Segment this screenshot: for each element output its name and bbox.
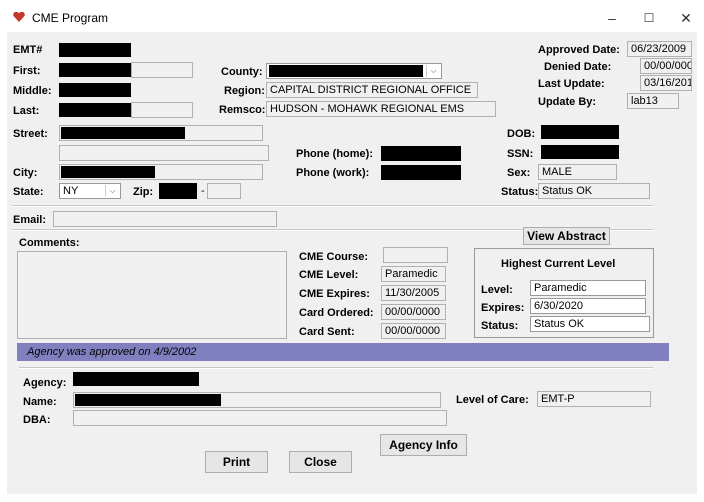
street-label: Street:: [13, 128, 48, 140]
remsco-field[interactable]: HUDSON - MOHAWK REGIONAL EMS: [266, 101, 496, 117]
divider: [13, 205, 653, 207]
sex-field[interactable]: MALE: [538, 164, 617, 180]
phone-home-redacted: [381, 146, 461, 161]
middle-name-label: Middle:: [13, 85, 52, 97]
remsco-label: Remsco:: [219, 104, 266, 116]
last-update-label: Last Update:: [538, 78, 605, 90]
agency-info-button[interactable]: Agency Info: [380, 434, 467, 456]
state-value: NY: [63, 185, 79, 197]
phone-home-label: Phone (home):: [296, 148, 373, 160]
approved-date-label: Approved Date:: [538, 44, 620, 56]
street-field[interactable]: [59, 125, 263, 141]
zip-redacted: [159, 183, 197, 199]
minimize-button[interactable]: –: [597, 8, 627, 28]
card-sent-label: Card Sent:: [299, 326, 355, 338]
street-redacted: [61, 127, 185, 139]
hcl-status-label: Status:: [481, 320, 519, 332]
last-name-label: Last:: [13, 105, 40, 117]
comments-label: Comments:: [19, 237, 80, 249]
print-button[interactable]: Print: [205, 451, 268, 473]
last-update-field[interactable]: 03/16/2018: [640, 75, 692, 91]
dba-field[interactable]: [73, 410, 447, 426]
agency-name-field[interactable]: [73, 392, 441, 408]
update-by-label: Update By:: [538, 96, 597, 108]
agency-name-label: Name:: [23, 396, 57, 408]
phone-work-redacted: [381, 165, 461, 180]
dob-label: DOB:: [507, 128, 536, 140]
agency-approved-banner: Agency was approved on 4/9/2002: [17, 343, 669, 361]
state-select[interactable]: NY ⌵: [59, 183, 121, 199]
close-window-button[interactable]: ✕: [671, 8, 701, 28]
comments-textarea[interactable]: [17, 251, 287, 339]
chevron-down-icon[interactable]: ⌵: [105, 185, 119, 197]
zip-label: Zip:: [133, 186, 154, 198]
last-name-field[interactable]: [131, 102, 193, 118]
last-name-redacted: [59, 103, 131, 117]
city-redacted: [61, 166, 155, 178]
hcl-level-label: Level:: [481, 284, 513, 296]
cme-expires-label: CME Expires:: [299, 288, 370, 300]
city-field[interactable]: [59, 164, 263, 180]
agency-name-redacted: [75, 394, 221, 406]
update-by-field[interactable]: lab13: [627, 93, 679, 109]
hcl-expires-field[interactable]: 6/30/2020: [530, 298, 646, 314]
middle-name-redacted: [59, 83, 131, 97]
sex-label: Sex:: [507, 167, 531, 179]
county-label: County:: [221, 66, 263, 78]
divider: [19, 367, 653, 369]
zip-ext-field[interactable]: [207, 183, 241, 199]
cme-level-label: CME Level:: [299, 269, 359, 281]
state-label: State:: [13, 186, 44, 198]
status-field[interactable]: Status OK: [538, 183, 650, 199]
city-label: City:: [13, 167, 38, 179]
card-ordered-label: Card Ordered:: [299, 307, 374, 319]
level-of-care-label: Level of Care:: [456, 394, 529, 406]
ssn-label: SSN:: [507, 148, 534, 160]
phone-work-label: Phone (work):: [296, 167, 370, 179]
window-title: CME Program: [32, 11, 109, 25]
view-abstract-button[interactable]: View Abstract: [523, 227, 610, 245]
emt-number-redacted: [59, 43, 131, 57]
approved-date-field[interactable]: 06/23/2009: [627, 41, 692, 57]
zip-dash: -: [201, 185, 205, 197]
title-bar: CME Program – ☐ ✕: [0, 0, 704, 32]
denied-date-field[interactable]: 00/00/0000: [640, 58, 692, 74]
county-value-redacted: [269, 65, 423, 77]
hcl-level-field[interactable]: Paramedic: [530, 280, 646, 296]
maximize-button[interactable]: ☐: [634, 8, 664, 28]
hcl-expires-label: Expires:: [481, 302, 525, 314]
cme-level-field[interactable]: Paramedic: [381, 266, 446, 282]
region-field[interactable]: CAPITAL DISTRICT REGIONAL OFFICE: [266, 82, 478, 98]
agency-redacted: [73, 372, 199, 386]
level-of-care-field[interactable]: EMT-P: [537, 391, 651, 407]
street2-field[interactable]: [59, 145, 269, 161]
ssn-redacted: [541, 145, 619, 159]
dba-label: DBA:: [23, 414, 51, 426]
status-label: Status:: [501, 186, 539, 198]
first-name-redacted: [59, 63, 131, 77]
close-button[interactable]: Close: [289, 451, 352, 473]
denied-date-label: Denied Date:: [544, 61, 612, 73]
region-label: Region:: [224, 85, 265, 97]
email-field[interactable]: [53, 211, 277, 227]
card-ordered-field[interactable]: 00/00/0000: [381, 304, 446, 320]
highest-current-level-title: Highest Current Level: [501, 258, 616, 270]
county-select[interactable]: ⌵: [266, 63, 442, 79]
first-name-label: First:: [13, 65, 41, 77]
cme-course-field[interactable]: [383, 247, 448, 263]
cme-course-label: CME Course:: [299, 251, 369, 263]
chevron-down-icon[interactable]: ⌵: [426, 65, 440, 77]
card-sent-field[interactable]: 00/00/0000: [381, 323, 446, 339]
first-name-field[interactable]: [131, 62, 193, 78]
emt-label: EMT#: [13, 44, 43, 56]
heart-app-icon: [13, 12, 25, 22]
cme-expires-field[interactable]: 11/30/2005: [381, 285, 446, 301]
hcl-status-field[interactable]: Status OK: [530, 316, 650, 332]
dob-redacted: [541, 125, 619, 139]
agency-label: Agency:: [23, 377, 67, 389]
email-label: Email:: [13, 214, 47, 226]
